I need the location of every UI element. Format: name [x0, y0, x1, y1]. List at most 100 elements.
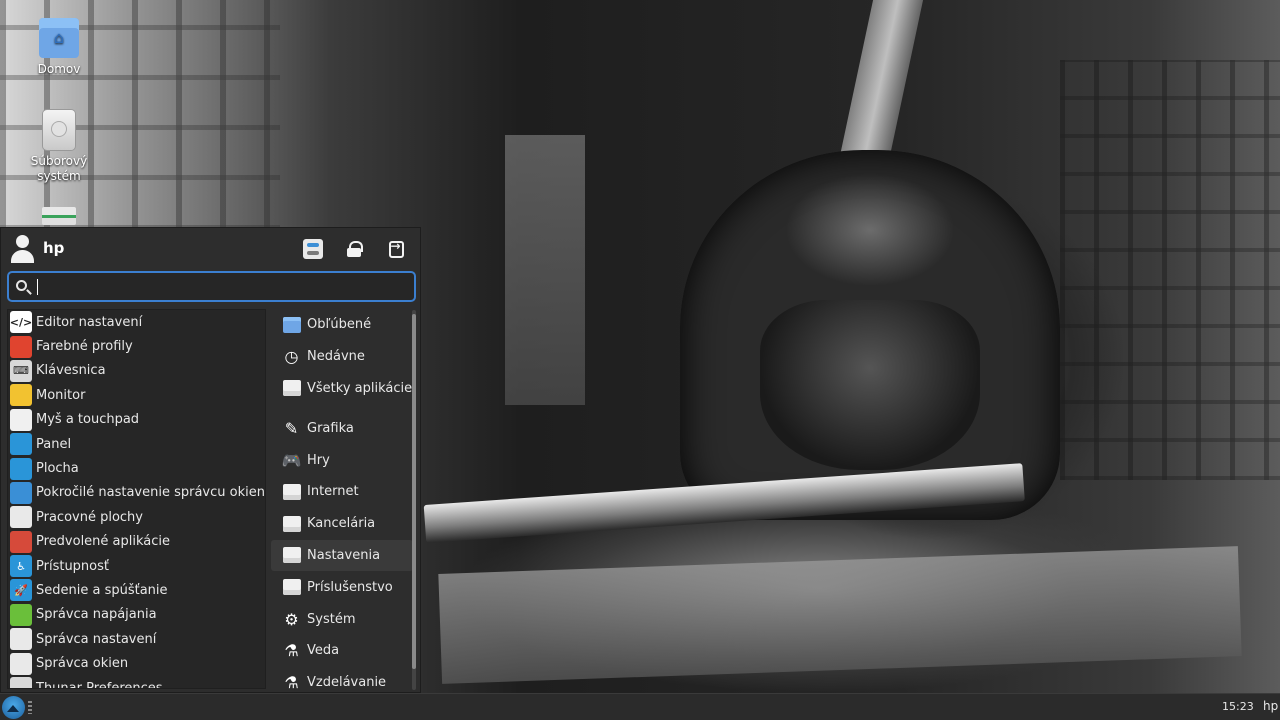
lock-screen-button[interactable]: [342, 237, 366, 261]
category-label: Internet: [307, 484, 359, 500]
app-list-item[interactable]: Farebné profily: [8, 334, 265, 358]
text-caret: [37, 279, 38, 295]
all-applications-icon: [281, 378, 302, 399]
app-list-item[interactable]: Predvolené aplikácie: [8, 530, 265, 554]
category-label: Grafika: [307, 420, 354, 436]
category-label: Príslušenstvo: [307, 579, 393, 595]
category-label: Kancelária: [307, 516, 376, 532]
internet-icon: [281, 481, 302, 502]
logout-button[interactable]: [384, 237, 408, 261]
wallpaper-shoji-right: [1060, 60, 1280, 480]
desktop-icon-label: Súborový systém: [30, 154, 88, 183]
panel-grip-handle[interactable]: [28, 701, 32, 714]
app-list-item[interactable]: Pracovné plochy: [8, 505, 265, 529]
favorites-folder-icon: [281, 314, 302, 335]
app-list-item-label: Pracovné plochy: [36, 509, 143, 525]
category-item[interactable]: Internet: [271, 476, 413, 508]
category-label: Systém: [307, 611, 356, 627]
category-item[interactable]: ⚙ Systém: [271, 603, 413, 635]
app-list-item[interactable]: Správca napájania: [8, 603, 265, 627]
search-input[interactable]: [35, 277, 410, 297]
app-list-item-label: Farebné profily: [36, 339, 133, 355]
app-list-item[interactable]: Panel: [8, 432, 265, 456]
app-list-item[interactable]: ⌨ Klávesnica: [8, 359, 265, 383]
taskbar: 15:23 hp: [0, 693, 1280, 720]
filesystem-drive-icon: [43, 110, 75, 150]
whisker-menu-button[interactable]: [2, 696, 25, 719]
app-list-item-label: Editor nastavení: [36, 314, 143, 330]
desktop-icon-home[interactable]: Domov: [9, 18, 109, 77]
home-folder-icon: [39, 18, 79, 58]
thunar-preferences-icon: [10, 677, 32, 688]
app-list-item[interactable]: Myš a touchpad: [8, 408, 265, 432]
app-list-item-label: Správca nastavení: [36, 631, 157, 647]
app-list-item-label: Pokročilé nastavenie správcu okien: [36, 485, 265, 501]
category-label: Veda: [307, 643, 340, 659]
wallpaper-scroll: [505, 135, 585, 405]
mouse-icon: [10, 408, 32, 431]
category-item[interactable]: ⚗ Veda: [271, 635, 413, 667]
app-list-item[interactable]: Monitor: [8, 383, 265, 407]
categories-list[interactable]: Obľúbené ◷ Nedávne Všetky aplikácie ✎ Grafika…: [271, 309, 413, 694]
category-item[interactable]: Príslušenstvo: [271, 571, 413, 603]
flask-icon: ⚗: [284, 641, 299, 661]
categories-scrollbar-thumb[interactable]: [412, 314, 416, 669]
desktop-icon-filesystem[interactable]: Súborový systém: [9, 110, 109, 184]
power-manager-icon: [10, 603, 32, 626]
app-list-item-label: Monitor: [36, 387, 86, 403]
graphics-icon: ✎: [284, 418, 299, 438]
app-list-item[interactable]: Správca nastavení: [8, 627, 265, 651]
menu-header: hp: [1, 228, 422, 270]
desktop-icon: [10, 457, 32, 480]
settings-manager-button[interactable]: [301, 237, 325, 261]
clock[interactable]: 15:23: [1222, 700, 1254, 713]
category-item[interactable]: ◷ Nedávne: [271, 341, 413, 373]
removable-drive-icon[interactable]: [42, 207, 76, 225]
app-list-item-label: Myš a touchpad: [36, 412, 140, 428]
keyboard-icon: ⌨: [10, 359, 32, 382]
lock-icon: [347, 241, 363, 257]
category-item[interactable]: ✎ Grafika: [271, 412, 413, 444]
clock-icon: ◷: [284, 347, 299, 367]
accessories-icon: [281, 577, 302, 598]
category-label: Vzdelávanie: [307, 675, 387, 691]
category-label: Hry: [307, 452, 330, 468]
app-list-item-label: Klávesnica: [36, 363, 106, 379]
app-list-item-label: Sedenie a spúšťanie: [36, 582, 168, 598]
accessibility-icon: ♿: [10, 555, 32, 578]
taskbar-user[interactable]: hp: [1263, 699, 1278, 713]
application-menu: hp </>Editor nastaveníFarebné profily⌨Kl…: [0, 227, 421, 693]
app-list-item-label: Thunar Preferences: [36, 680, 163, 689]
workspaces-icon: [10, 506, 32, 529]
category-label: Nastavenia: [307, 547, 381, 563]
app-list-item[interactable]: ♿ Prístupnosť: [8, 554, 265, 578]
category-item[interactable]: ⚗ Vzdelávanie: [271, 667, 413, 694]
desktop-icon-label: Domov: [37, 62, 81, 76]
app-list-item[interactable]: Plocha: [8, 456, 265, 480]
category-item[interactable]: Obľúbené: [271, 309, 413, 341]
app-list-item[interactable]: Thunar Preferences: [8, 676, 265, 689]
category-item[interactable]: Kancelária: [271, 508, 413, 540]
app-list-item-label: Prístupnosť: [36, 558, 109, 574]
app-list-item-label: Plocha: [36, 461, 79, 477]
app-list-item[interactable]: 🚀 Sedenie a spúšťanie: [8, 578, 265, 602]
category-label: Obľúbené: [307, 317, 372, 333]
wallpaper-mask: [760, 300, 980, 470]
monitor-icon: [10, 384, 32, 407]
panel-icon: [10, 433, 32, 456]
app-list-item-label: Predvolené aplikácie: [36, 534, 171, 550]
category-item[interactable]: Nastavenia: [271, 539, 413, 572]
app-list-item[interactable]: </> Editor nastavení: [8, 310, 265, 334]
user-avatar-icon: [10, 235, 36, 263]
category-item[interactable]: 🎮 Hry: [271, 444, 413, 476]
category-label: Všetky aplikácie: [307, 380, 413, 396]
category-label: Nedávne: [307, 349, 365, 365]
category-item[interactable]: Všetky aplikácie: [271, 373, 413, 405]
app-list-item[interactable]: Pokročilé nastavenie správcu okien: [8, 481, 265, 505]
applications-list[interactable]: </> Editor nastavení Farebné profily ⌨ Kláve…: [7, 309, 266, 689]
color-profiles-icon: [10, 335, 32, 358]
search-field[interactable]: [7, 271, 416, 302]
app-list-item[interactable]: Správca okien: [8, 651, 265, 675]
default-apps-icon: [10, 530, 32, 553]
menu-username: hp: [43, 239, 65, 257]
